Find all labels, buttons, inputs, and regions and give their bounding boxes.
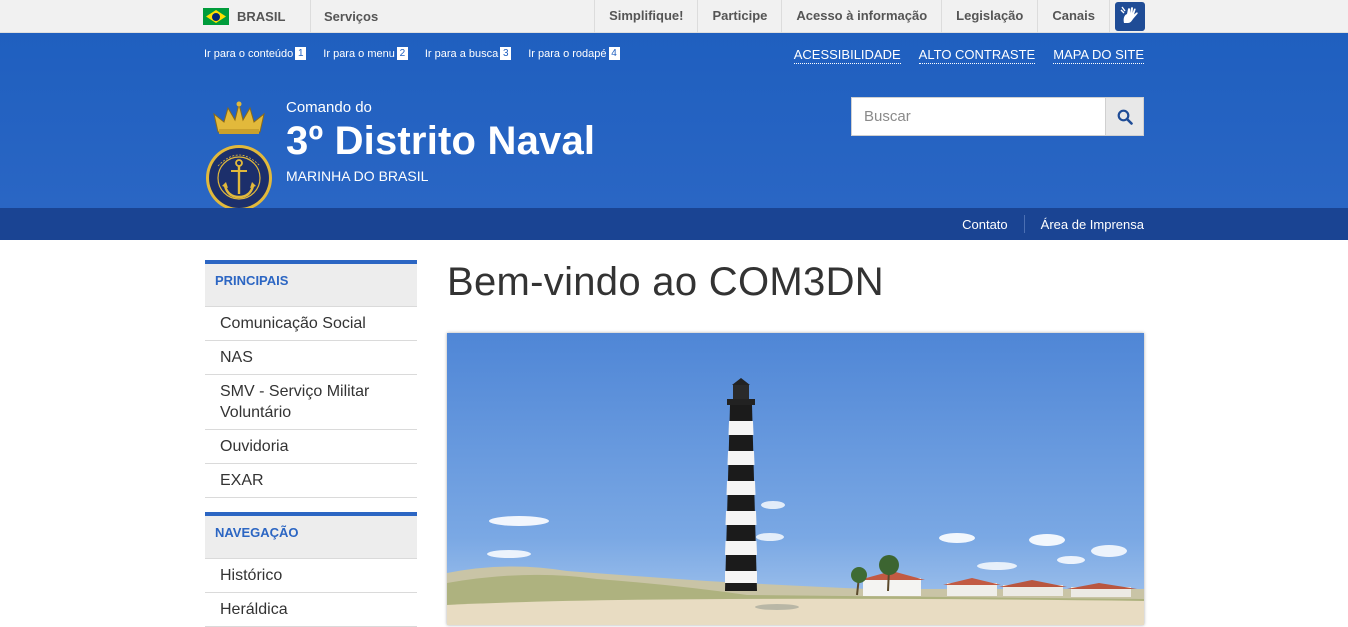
sidebar-heading-principais: PRINCIPAIS <box>205 260 417 307</box>
sidebar-item-comunicacao-social[interactable]: Comunicação Social <box>205 307 417 341</box>
skip-links: Ir para o conteúdo 1 Ir para o menu 2 Ir p… <box>204 47 620 60</box>
brasil-label: BRASIL <box>237 9 286 24</box>
canais-link[interactable]: Canais <box>1037 0 1109 33</box>
skip-to-search-link[interactable]: Ir para a busca 3 <box>425 47 512 60</box>
site-header: Ir para o conteúdo 1 Ir para o menu 2 Ir p… <box>0 33 1348 211</box>
alto-contraste-link[interactable]: ALTO CONTRASTE <box>918 47 1036 64</box>
gov-bar: BRASIL Serviços Simplifique! Participe A… <box>0 0 1348 33</box>
servicos-link[interactable]: Serviços <box>324 0 378 33</box>
sidebar-item-historico[interactable]: Histórico <box>205 559 417 593</box>
mapa-do-site-link[interactable]: MAPA DO SITE <box>1053 47 1144 64</box>
contato-link[interactable]: Contato <box>946 217 1008 232</box>
brazil-flag-icon <box>203 8 229 25</box>
sidebar-item-exar[interactable]: EXAR <box>205 464 417 498</box>
participe-link[interactable]: Participe <box>697 0 781 33</box>
navy-emblem-logo[interactable] <box>206 100 272 220</box>
site-title: 3º Distrito Naval <box>286 119 596 163</box>
sidebar-item-ouvidoria[interactable]: Ouvidoria <box>205 430 417 464</box>
brasil-link[interactable]: BRASIL <box>203 0 285 33</box>
simplifique-link[interactable]: Simplifique! <box>594 0 697 33</box>
sidebar-menu: PRINCIPAIS Comunicação Social NAS SMV - … <box>205 260 417 627</box>
accessibility-links: ACESSIBILIDADE ALTO CONTRASTE MAPA DO SI… <box>793 47 1144 64</box>
sidebar-item-smv[interactable]: SMV - Serviço Militar Voluntário <box>205 375 417 430</box>
lighthouse-banner-image[interactable] <box>447 333 1144 625</box>
site-title-block[interactable]: Comando do 3º Distrito Naval MARINHA DO … <box>286 99 595 185</box>
skip-to-menu-link[interactable]: Ir para o menu 2 <box>323 47 408 60</box>
vlibras-button[interactable] <box>1109 0 1149 33</box>
site-pre-title: Comando do <box>286 99 372 116</box>
search-box <box>851 97 1144 136</box>
page-title: Bem-vindo ao COM3DN <box>447 260 884 304</box>
search-button[interactable] <box>1105 98 1143 135</box>
service-strip: Contato Área de Imprensa <box>0 208 1348 240</box>
site-subtitle: MARINHA DO BRASIL <box>286 168 429 184</box>
skip-to-content-link[interactable]: Ir para o conteúdo 1 <box>204 47 307 60</box>
sidebar-item-heraldica[interactable]: Heráldica <box>205 593 417 627</box>
legislacao-link[interactable]: Legislação <box>941 0 1037 33</box>
sign-language-icon <box>1114 2 1145 31</box>
sidebar-heading-navegacao: NAVEGAÇÃO <box>205 512 417 559</box>
divider <box>310 0 311 33</box>
acesso-informacao-link[interactable]: Acesso à informação <box>781 0 941 33</box>
gov-links: Simplifique! Participe Acesso à informaç… <box>594 0 1149 33</box>
sidebar-item-nas[interactable]: NAS <box>205 341 417 375</box>
search-input[interactable] <box>852 98 1105 135</box>
acessibilidade-link[interactable]: ACESSIBILIDADE <box>793 47 901 64</box>
skip-to-footer-link[interactable]: Ir para o rodapé 4 <box>528 47 620 60</box>
service-links: Contato Área de Imprensa <box>946 208 1144 240</box>
area-de-imprensa-link[interactable]: Área de Imprensa <box>1025 217 1144 232</box>
search-icon <box>1117 109 1133 125</box>
